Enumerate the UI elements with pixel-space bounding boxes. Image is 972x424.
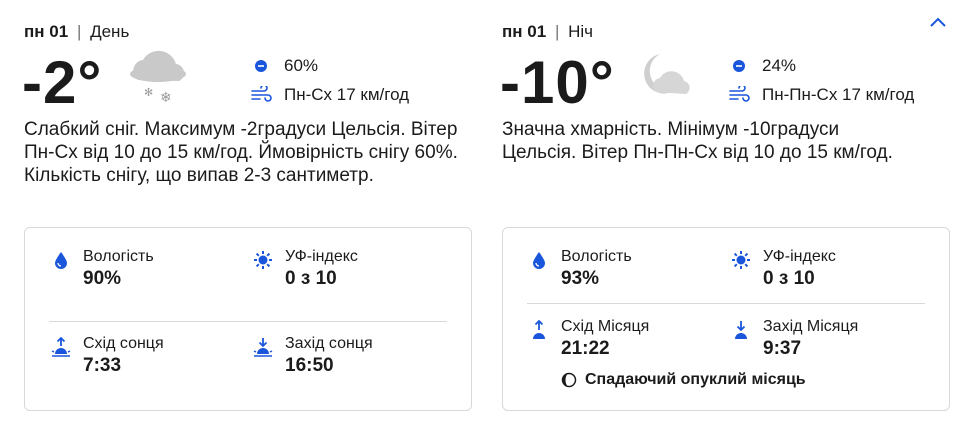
night-uv-label: УФ-індекс xyxy=(763,248,836,265)
day-humidity-value: 90% xyxy=(83,268,122,289)
wind-icon xyxy=(728,84,750,106)
moonset-icon xyxy=(731,320,751,340)
night-uv-value: 0 з 10 xyxy=(763,268,815,289)
day-humidity-label: Вологість xyxy=(83,248,154,265)
day-uv-value: 0 з 10 xyxy=(285,268,337,289)
night-humidity-value: 93% xyxy=(561,268,600,289)
cloud-snow-icon: ✻ ❄ xyxy=(124,46,192,111)
night-details-divider xyxy=(527,303,925,304)
night-moonset-label: Захід Місяця xyxy=(763,318,859,335)
night-forecast-panel: пн 01 | Ніч -10° 24% Пн-Пн-Сх 17 км/год … xyxy=(478,0,972,424)
uv-sun-icon xyxy=(253,250,273,270)
day-forecast-panel: пн 01 | День -2° ✻ ❄ 60% Пн-Сх 17 км/год… xyxy=(0,0,486,424)
humidity-icon xyxy=(529,250,549,270)
night-wind-value: Пн-Пн-Сх 17 км/год xyxy=(762,85,915,104)
humidity-icon xyxy=(51,250,71,270)
uv-sun-icon xyxy=(731,250,751,270)
night-moonrise-label: Схід Місяця xyxy=(561,318,650,335)
night-separator: | xyxy=(554,22,560,41)
waning-gibbous-moon-icon xyxy=(561,372,577,388)
day-details-divider xyxy=(49,321,447,322)
day-temperature: -2° xyxy=(22,49,103,116)
day-part-label: День xyxy=(90,22,130,41)
day-sunset-label: Захід сонця xyxy=(285,335,373,352)
day-description: Слабкий сніг. Максимум -2градуси Цельсія… xyxy=(24,119,458,186)
moon-cloud-icon xyxy=(636,50,698,107)
day-wind-value: Пн-Сх 17 км/год xyxy=(284,85,410,104)
day-precipitation-value: 60% xyxy=(284,56,319,75)
night-moonrise-value: 21:22 xyxy=(561,338,610,359)
collapse-chevron-up-icon[interactable] xyxy=(926,10,950,34)
night-details-card: Вологість 93% УФ-індекс 0 з 10 Схід Міся… xyxy=(502,227,950,411)
night-header: пн 01 | Ніч xyxy=(502,22,593,42)
sunrise-icon xyxy=(51,337,71,357)
day-details-card: Вологість 90% УФ-індекс 0 з 10 Схід сонц… xyxy=(24,227,472,411)
day-precipitation: 60% xyxy=(250,55,318,77)
day-sunrise-value: 7:33 xyxy=(83,355,122,376)
night-description: Значна хмарність. Мінімум -10градуси Цел… xyxy=(502,119,893,163)
precipitation-icon xyxy=(250,55,272,77)
day-sunset-value: 16:50 xyxy=(285,355,334,376)
precipitation-icon xyxy=(728,55,750,77)
night-part-label: Ніч xyxy=(568,22,594,41)
day-date: 01 xyxy=(49,22,69,41)
night-weekday: пн xyxy=(502,22,523,41)
day-wind: Пн-Сх 17 км/год xyxy=(250,84,409,106)
moon-phase-label: Спадаючий опуклий місяць xyxy=(585,371,806,388)
moon-phase: Спадаючий опуклий місяць xyxy=(561,371,806,389)
night-date: 01 xyxy=(527,22,547,41)
moonrise-icon xyxy=(529,320,549,340)
day-separator: | xyxy=(76,22,82,41)
night-temperature: -10° xyxy=(500,49,615,116)
day-header: пн 01 | День xyxy=(24,22,129,42)
night-precipitation-value: 24% xyxy=(762,56,797,75)
sunset-icon xyxy=(253,337,273,357)
night-wind: Пн-Пн-Сх 17 км/год xyxy=(728,84,914,106)
night-precipitation: 24% xyxy=(728,55,796,77)
day-uv-label: УФ-індекс xyxy=(285,248,358,265)
svg-text:✻: ✻ xyxy=(144,86,153,99)
svg-text:❄: ❄ xyxy=(160,90,172,106)
night-moonset-value: 9:37 xyxy=(763,338,802,359)
wind-icon xyxy=(250,84,272,106)
day-weekday: пн xyxy=(24,22,45,41)
night-humidity-label: Вологість xyxy=(561,248,632,265)
day-sunrise-label: Схід сонця xyxy=(83,335,164,352)
